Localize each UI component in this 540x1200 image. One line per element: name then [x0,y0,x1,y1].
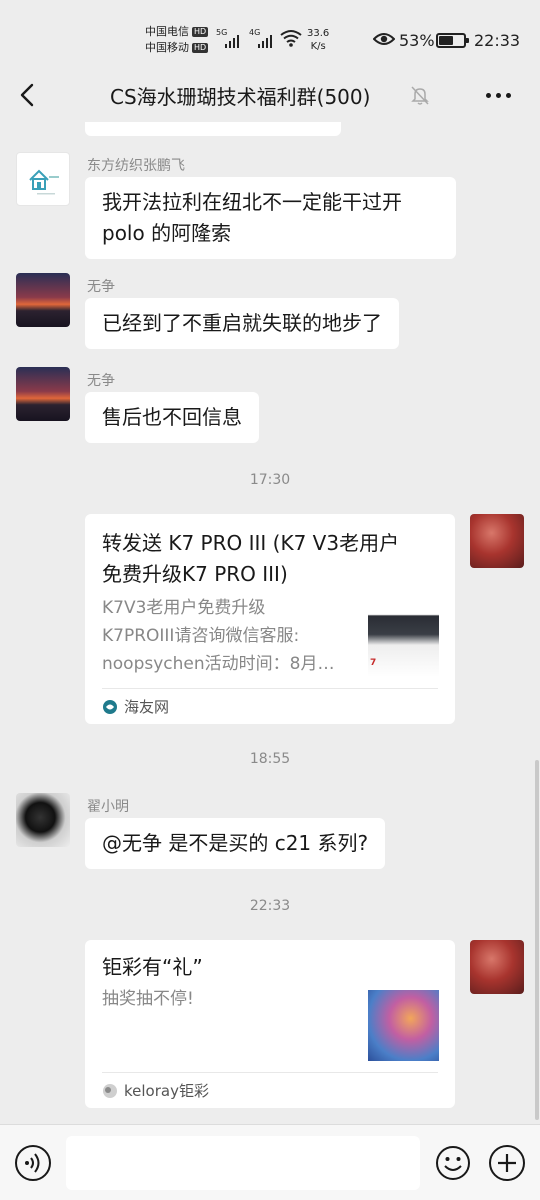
network-speed: 33.6 K/s [307,27,329,53]
more-options-button[interactable] [486,88,516,102]
hd-badge: HD [192,27,209,37]
message-timestamp: 18:55 [249,751,291,767]
back-button[interactable] [14,80,42,110]
source-name: 海友网 [124,698,170,716]
scrollbar[interactable] [535,760,539,1120]
more-functions-button[interactable] [489,1145,525,1181]
message-text: 我开法拉利在纽北不一定能干过开 [102,190,402,214]
battery-icon [436,33,469,48]
message-text: 售后也不回信息 [102,405,242,429]
sender-name: 翟小明 [87,799,129,815]
sim1-signal-icon: 5G [216,28,242,48]
chat-header: CS海水珊瑚技术福利群(500) [0,70,540,122]
voice-icon [25,1153,40,1173]
card-title: 钜彩有“礼” [102,955,203,979]
mini-program-card[interactable]: 钜彩有“礼” 抽奖抽不停! keloray钜彩 [85,940,455,1108]
avatar[interactable] [470,514,524,568]
plus-icon [498,1154,516,1172]
message-bubble[interactable]: @无争 是不是买的 c21 系列? [85,818,386,869]
message-input[interactable] [66,1136,420,1190]
voice-input-button[interactable] [15,1145,51,1181]
sender-name: 无争 [87,373,115,389]
card-description: 抽奖抽不停! [102,989,194,1009]
card-title: 转发送 K7 PRO III (K7 V3老用户 免费升级K7 PRO III) [102,531,400,586]
card-source: keloray钜彩 [102,1072,438,1108]
status-bar: 中国电信 HD 中国移动 HD 5G 4G 33.6 K/s 53% 22:33 [0,0,540,70]
partial-message-bubble[interactable] [85,122,341,136]
chat-input-bar [0,1124,540,1200]
message-bubble[interactable]: 我开法拉利在纽北不一定能干过开 polo 的阿隆索 [85,177,456,259]
chat-title: CS海水珊瑚技术福利群(500) [110,85,371,109]
ellipsis-icon [486,92,491,98]
wifi-icon [280,30,302,47]
sim2-signal-icon: 4G [249,28,275,48]
message-bubble[interactable]: 售后也不回信息 [85,392,259,443]
emoji-icon[interactable] [435,1145,471,1181]
carrier-2: 中国移动 [145,41,189,54]
sender-name: 无争 [87,279,115,295]
forwarded-link-card[interactable]: 转发送 K7 PRO III (K7 V3老用户 免费升级K7 PRO III)… [85,514,455,724]
message-bubble[interactable]: 已经到了不重启就失联的地步了 [85,298,399,349]
card-thumbnail [368,990,439,1061]
avatar[interactable] [16,152,70,206]
card-source: 海友网 [102,688,438,724]
source-name: keloray钜彩 [124,1082,209,1100]
network-speed-value: 33.6 [307,28,330,39]
message-text: 已经到了不重启就失联的地步了 [102,311,382,335]
message-timestamp: 17:30 [249,472,291,488]
network-speed-unit: K/s [310,41,326,52]
avatar[interactable] [16,793,70,847]
carrier-labels: 中国电信 HD 中国移动 HD [145,24,209,56]
card-thumbnail: 7 [368,606,439,677]
card-description: K7V3老用户免费升级 K7PROIII请咨询微信客服: noopsychen活… [102,598,335,674]
site-logo-icon [103,699,117,714]
message-text: polo 的阿隆索 [102,221,232,245]
brand-logo-icon [103,1083,117,1098]
avatar[interactable] [16,367,70,421]
bell-off-icon [411,86,429,105]
avatar[interactable] [16,273,70,327]
status-time: 22:33 [474,31,521,50]
message-list[interactable]: 东方纺织张鹏飞 我开法拉利在纽北不一定能干过开 polo 的阿隆索 无争 已经到… [0,122,540,1122]
carrier-1: 中国电信 [145,25,189,38]
message-text: @无争 是不是买的 c21 系列? [102,831,369,855]
battery-percent: 53% [399,31,435,50]
avatar[interactable] [470,940,524,994]
house-logo-icon [29,169,59,195]
sender-name: 东方纺织张鹏飞 [87,158,185,174]
hd-badge: HD [192,43,209,53]
battery-level [439,36,453,45]
eye-comfort-icon [373,33,395,45]
message-timestamp: 22:33 [249,898,291,914]
